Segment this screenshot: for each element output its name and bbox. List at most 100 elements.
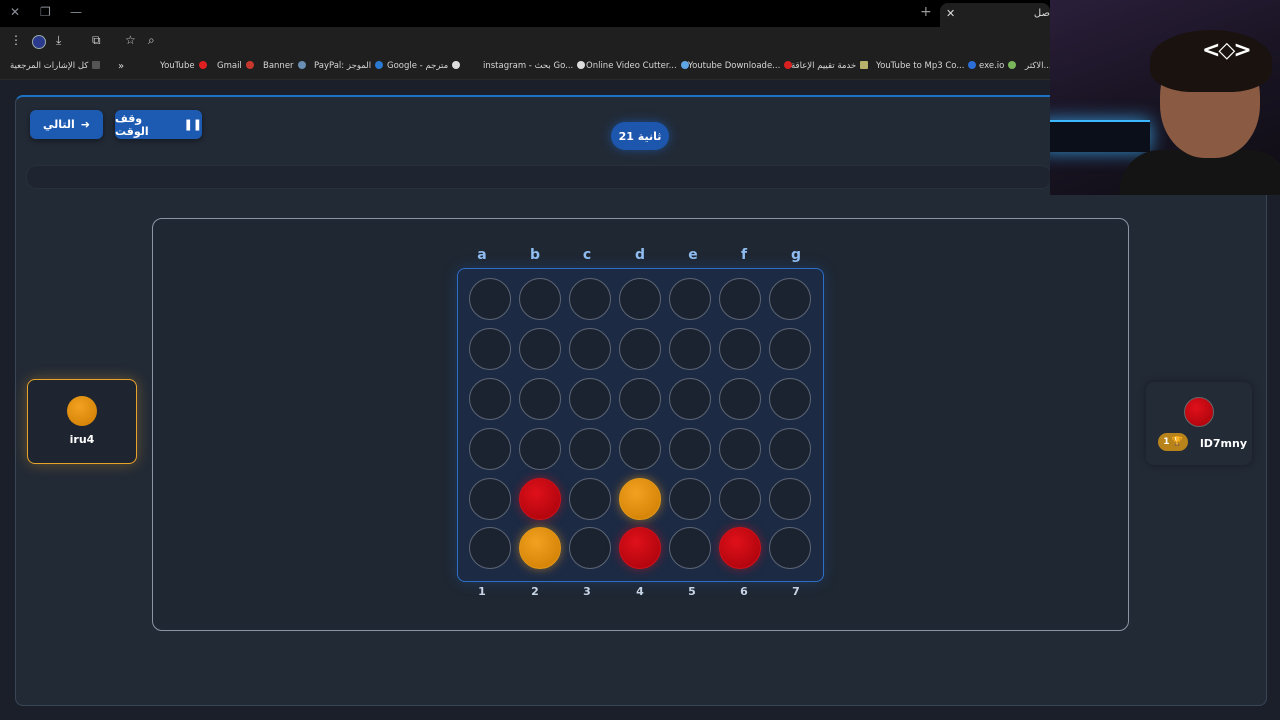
empty-cell[interactable] [619, 278, 661, 320]
extensions-icon[interactable]: ⧉ [92, 33, 101, 48]
translate-icon [452, 61, 461, 69]
banner-icon [297, 61, 306, 69]
empty-cell[interactable] [569, 278, 611, 320]
new-tab-icon[interactable]: + [920, 4, 932, 20]
empty-cell[interactable] [719, 428, 761, 470]
empty-cell[interactable] [719, 478, 761, 520]
tab-close-icon[interactable]: ✕ [946, 7, 955, 20]
bookmarks-bar: كل الإشارات المرجعية » YouTube Gmail Ban… [0, 55, 1052, 80]
profile-icon[interactable] [32, 35, 46, 49]
empty-cell[interactable] [569, 428, 611, 470]
column-number: 5 [688, 585, 696, 598]
bookmark-video-cutter[interactable]: Online Video Cutter... [586, 61, 689, 71]
player-name: iru4 [69, 433, 95, 446]
empty-cell[interactable] [569, 328, 611, 370]
orange-disc[interactable] [619, 478, 661, 520]
empty-cell[interactable] [669, 328, 711, 370]
chevron-right-icon[interactable]: » [118, 61, 124, 72]
empty-cell[interactable] [519, 378, 561, 420]
menu-icon[interactable]: ⋮ [10, 33, 22, 47]
empty-cell[interactable] [619, 378, 661, 420]
empty-cell[interactable] [669, 428, 711, 470]
empty-cell[interactable] [769, 278, 811, 320]
bookmark-youtube[interactable]: YouTube [160, 61, 207, 71]
star-icon[interactable]: ☆ [125, 33, 136, 47]
empty-cell[interactable] [619, 428, 661, 470]
empty-cell[interactable] [469, 428, 511, 470]
bookmark-youtube-downloader[interactable]: Youtube Downloade... [688, 61, 793, 71]
empty-cell[interactable] [469, 527, 511, 569]
empty-cell[interactable] [719, 378, 761, 420]
empty-cell[interactable] [769, 527, 811, 569]
column-number: 2 [531, 585, 539, 598]
gmail-icon [245, 61, 254, 69]
pause-icon: ❚❚ [183, 118, 202, 131]
empty-cell[interactable] [569, 478, 611, 520]
tab-bar: ✕ ❐ — + ✕ ﺻﻞ [0, 0, 1050, 27]
empty-cell[interactable] [469, 378, 511, 420]
streamer-logo-icon: <◇> [1202, 38, 1252, 63]
red-disc[interactable] [519, 478, 561, 520]
player-disc-red [1184, 397, 1214, 427]
mp3-icon [968, 61, 977, 69]
empty-cell[interactable] [619, 328, 661, 370]
folder-icon [92, 61, 101, 69]
empty-cell[interactable] [669, 278, 711, 320]
restore-window-icon[interactable]: ❐ [40, 5, 51, 19]
column-number: 7 [792, 585, 800, 598]
column-label: f [740, 247, 748, 263]
empty-cell[interactable] [519, 428, 561, 470]
bookmark-more[interactable]: الاكثر... [1025, 61, 1052, 71]
empty-cell[interactable] [719, 328, 761, 370]
bookmark-exeio[interactable]: exe.io [979, 61, 1017, 71]
column-label: b [529, 247, 541, 263]
red-disc[interactable] [719, 527, 761, 569]
empty-cell[interactable] [769, 378, 811, 420]
empty-cell[interactable] [469, 328, 511, 370]
orange-disc[interactable] [519, 527, 561, 569]
download-icon[interactable]: ⤓ [56, 33, 61, 48]
pause-timer-button[interactable]: وقف الوقت ❚❚ [115, 110, 202, 139]
empty-cell[interactable] [519, 328, 561, 370]
wins-badge: 1 🏆 [1158, 433, 1188, 451]
empty-cell[interactable] [519, 278, 561, 320]
empty-cell[interactable] [669, 378, 711, 420]
close-window-icon[interactable]: ✕ [10, 5, 20, 19]
empty-cell[interactable] [769, 428, 811, 470]
bookmark-paypal[interactable]: PayPal: الموجز [314, 61, 384, 71]
column-label: e [688, 247, 698, 263]
bookmark-youtube-mp3[interactable]: YouTube to Mp3 Co... [876, 61, 977, 71]
empty-cell[interactable] [469, 478, 511, 520]
empty-cell[interactable] [669, 527, 711, 569]
empty-cell[interactable] [669, 478, 711, 520]
bookmark-disability-service[interactable]: خدمة تقييم الإعاقة [791, 61, 869, 71]
bookmark-instagram-search[interactable]: instagram - بحث Go... [483, 61, 586, 71]
empty-cell[interactable] [769, 328, 811, 370]
empty-cell[interactable] [569, 527, 611, 569]
empty-cell[interactable] [469, 278, 511, 320]
active-tab[interactable]: ✕ ﺻﻞ [940, 3, 1050, 27]
tab-title: ﺻﻞ [1033, 8, 1050, 19]
column-number: 4 [636, 585, 644, 598]
service-icon [860, 61, 869, 69]
browser-toolbar: ⋮ ⤓ ⧉ ☆ ⌕ [0, 27, 1050, 55]
progress-track [26, 165, 1052, 189]
column-label: d [634, 247, 646, 263]
column-label: c [582, 247, 592, 263]
webcam-overlay: <◇> [1050, 0, 1280, 195]
next-button[interactable]: التالي ➜ [30, 110, 103, 139]
bookmark-all[interactable]: كل الإشارات المرجعية [10, 61, 101, 71]
paypal-icon [375, 61, 384, 69]
empty-cell[interactable] [569, 378, 611, 420]
column-label: g [790, 247, 802, 263]
bookmark-banner[interactable]: Banner [263, 61, 306, 71]
red-disc[interactable] [619, 527, 661, 569]
empty-cell[interactable] [719, 278, 761, 320]
empty-cell[interactable] [769, 478, 811, 520]
bookmark-translate[interactable]: Google - مترجم [387, 61, 461, 71]
game-board[interactable] [457, 268, 824, 582]
search-icon[interactable]: ⌕ [148, 33, 155, 48]
minimize-window-icon[interactable]: — [70, 5, 82, 19]
google-icon [577, 61, 586, 69]
bookmark-gmail[interactable]: Gmail [217, 61, 254, 71]
